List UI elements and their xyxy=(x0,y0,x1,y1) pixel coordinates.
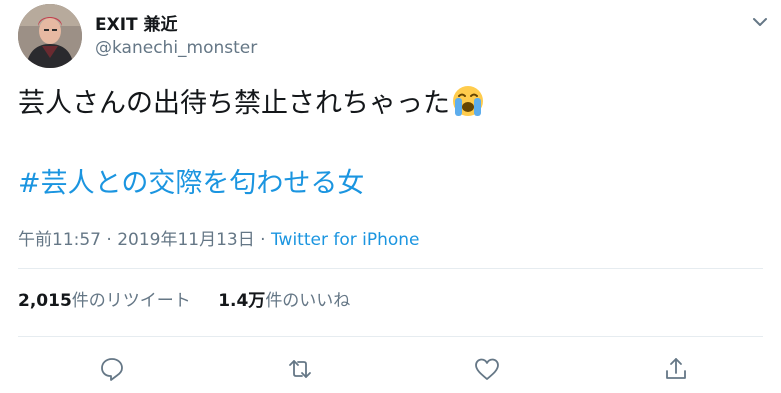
hashtag-link[interactable]: #芸人との交際を匂わせる女 xyxy=(18,164,364,204)
reply-icon xyxy=(101,358,123,381)
retweet-icon xyxy=(289,360,311,378)
avatar[interactable] xyxy=(18,4,82,68)
likes-stat[interactable]: 1.4万件のいいね xyxy=(218,286,350,311)
retweets-count: 2,015 xyxy=(18,291,72,311)
retweets-stat[interactable]: 2,015件のリツイート xyxy=(18,286,191,311)
like-icon xyxy=(475,358,499,380)
chevron-down-icon xyxy=(753,18,767,26)
like-button[interactable] xyxy=(473,355,501,383)
divider xyxy=(18,336,763,337)
tweet-source-link[interactable]: Twitter for iPhone xyxy=(271,230,420,250)
share-button[interactable] xyxy=(662,355,690,383)
retweets-label: 件のリツイート xyxy=(71,291,191,311)
tweet-text-line: 芸人さんの出待ち禁止されちゃった xyxy=(18,84,485,124)
tweet-time[interactable]: 午前11:57 xyxy=(18,230,101,250)
retweet-button[interactable] xyxy=(286,355,314,383)
likes-label: 件のいいね xyxy=(265,291,351,311)
meta-separator-2: · xyxy=(260,230,266,250)
display-name[interactable]: EXIT 兼近 xyxy=(95,10,178,35)
stats-overflow-fragment xyxy=(18,310,70,314)
reply-button[interactable] xyxy=(98,355,126,383)
tweet-menu-button[interactable] xyxy=(748,10,772,34)
crying-face-icon xyxy=(451,84,485,118)
tweet-meta: 午前11:57 · 2019年11月13日 · Twitter for iPho… xyxy=(18,225,420,250)
user-handle[interactable]: @kanechi_monster xyxy=(95,38,257,58)
divider xyxy=(18,268,763,269)
share-icon xyxy=(666,358,686,379)
tweet-stats: 2,015件のリツイート 1.4万件のいいね xyxy=(18,286,350,311)
avatar-icon xyxy=(18,4,82,68)
tweet-date[interactable]: 2019年11月13日 xyxy=(117,230,255,250)
tweet-text: 芸人さんの出待ち禁止されちゃった xyxy=(18,88,450,119)
likes-count: 1.4万 xyxy=(218,291,266,311)
meta-separator: · xyxy=(106,230,112,250)
